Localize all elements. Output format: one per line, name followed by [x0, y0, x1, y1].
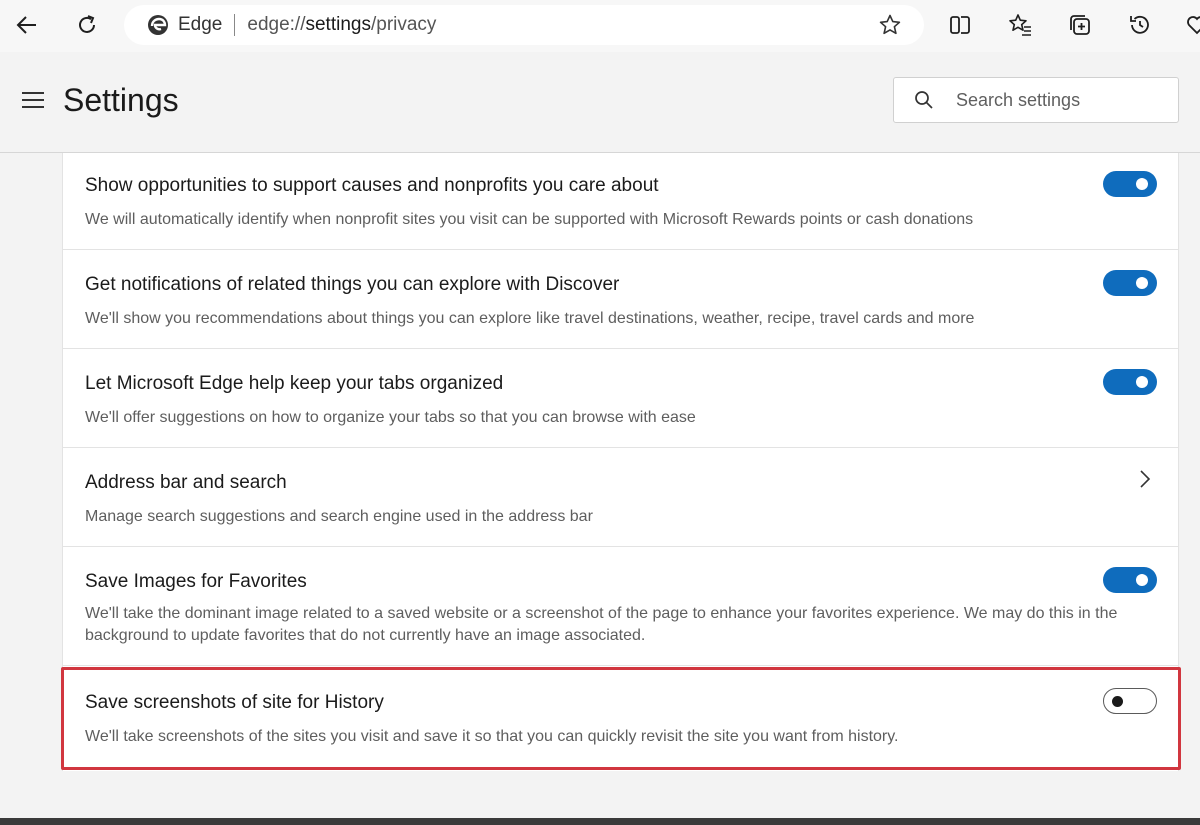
- search-icon: [915, 91, 933, 109]
- screenshots-history-toggle[interactable]: [1103, 688, 1157, 714]
- setting-row-screenshots-history: Save screenshots of site for History We'…: [63, 666, 1178, 771]
- setting-row-nonprofits: Show opportunities to support causes and…: [63, 153, 1178, 250]
- heartbeat-icon: [1187, 16, 1200, 35]
- setting-row-tabs-organized: Let Microsoft Edge help keep your tabs o…: [63, 349, 1178, 448]
- address-bar[interactable]: Edge edge://settings/privacy: [124, 5, 924, 45]
- url-path: /privacy: [370, 14, 437, 35]
- setting-row-discover: Get notifications of related things you …: [63, 250, 1178, 349]
- menu-icon[interactable]: [22, 92, 44, 110]
- setting-description: We'll take the dominant image related to…: [85, 605, 1118, 644]
- setting-description: We'll offer suggestions on how to organi…: [85, 409, 696, 426]
- settings-list: Show opportunities to support causes and…: [62, 153, 1179, 771]
- setting-title: Let Microsoft Edge help keep your tabs o…: [85, 373, 504, 394]
- search-input[interactable]: Search settings: [893, 77, 1179, 123]
- back-arrow-icon: [16, 16, 36, 34]
- setting-title: Save Images for Favorites: [85, 571, 307, 592]
- search-placeholder: Search settings: [956, 89, 1081, 110]
- performance-button[interactable]: [1178, 6, 1200, 44]
- favorites-button[interactable]: [1001, 6, 1039, 44]
- images-favorites-toggle[interactable]: [1103, 567, 1157, 593]
- browser-toolbar: Edge edge://settings/privacy: [0, 0, 1200, 52]
- url-text: edge://settings/privacy: [247, 14, 436, 36]
- favorite-star-icon[interactable]: [878, 13, 902, 37]
- back-button[interactable]: [8, 6, 46, 44]
- setting-title: Save screenshots of site for History: [85, 692, 384, 713]
- page-title: Settings: [63, 82, 179, 118]
- setting-row-images-favorites: Save Images for Favorites We'll take the…: [63, 547, 1178, 666]
- favorites-list-icon: [1009, 14, 1031, 36]
- setting-description: We'll show you recommendations about thi…: [85, 310, 975, 327]
- nonprofits-toggle[interactable]: [1103, 171, 1157, 197]
- split-screen-icon: [950, 16, 970, 34]
- collections-icon: [1070, 15, 1090, 35]
- chevron-right-icon[interactable]: [1138, 469, 1152, 489]
- setting-title: Show opportunities to support causes and…: [85, 175, 659, 196]
- tabs-organized-toggle[interactable]: [1103, 369, 1157, 395]
- setting-title: Get notifications of related things you …: [85, 274, 620, 295]
- url-prefix: edge://: [247, 14, 306, 35]
- discover-toggle[interactable]: [1103, 270, 1157, 296]
- setting-row-address-bar[interactable]: Address bar and search Manage search sug…: [63, 448, 1178, 547]
- url-host: settings: [305, 14, 371, 35]
- setting-title: Address bar and search: [85, 472, 287, 493]
- history-button[interactable]: [1121, 6, 1159, 44]
- history-icon: [1130, 15, 1149, 34]
- setting-description: We will automatically identify when nonp…: [85, 211, 974, 228]
- settings-header: Settings Search settings: [0, 52, 1200, 153]
- collections-button[interactable]: [1061, 6, 1099, 44]
- refresh-button[interactable]: [68, 6, 106, 44]
- setting-description: We'll take screenshots of the sites you …: [85, 728, 899, 745]
- address-separator: [234, 14, 236, 36]
- refresh-icon: [79, 15, 95, 33]
- edge-logo-icon: [148, 15, 168, 35]
- taskbar-edge: [0, 818, 1200, 825]
- site-name: Edge: [178, 14, 223, 35]
- split-screen-button[interactable]: [941, 6, 979, 44]
- setting-description: Manage search suggestions and search eng…: [85, 508, 593, 525]
